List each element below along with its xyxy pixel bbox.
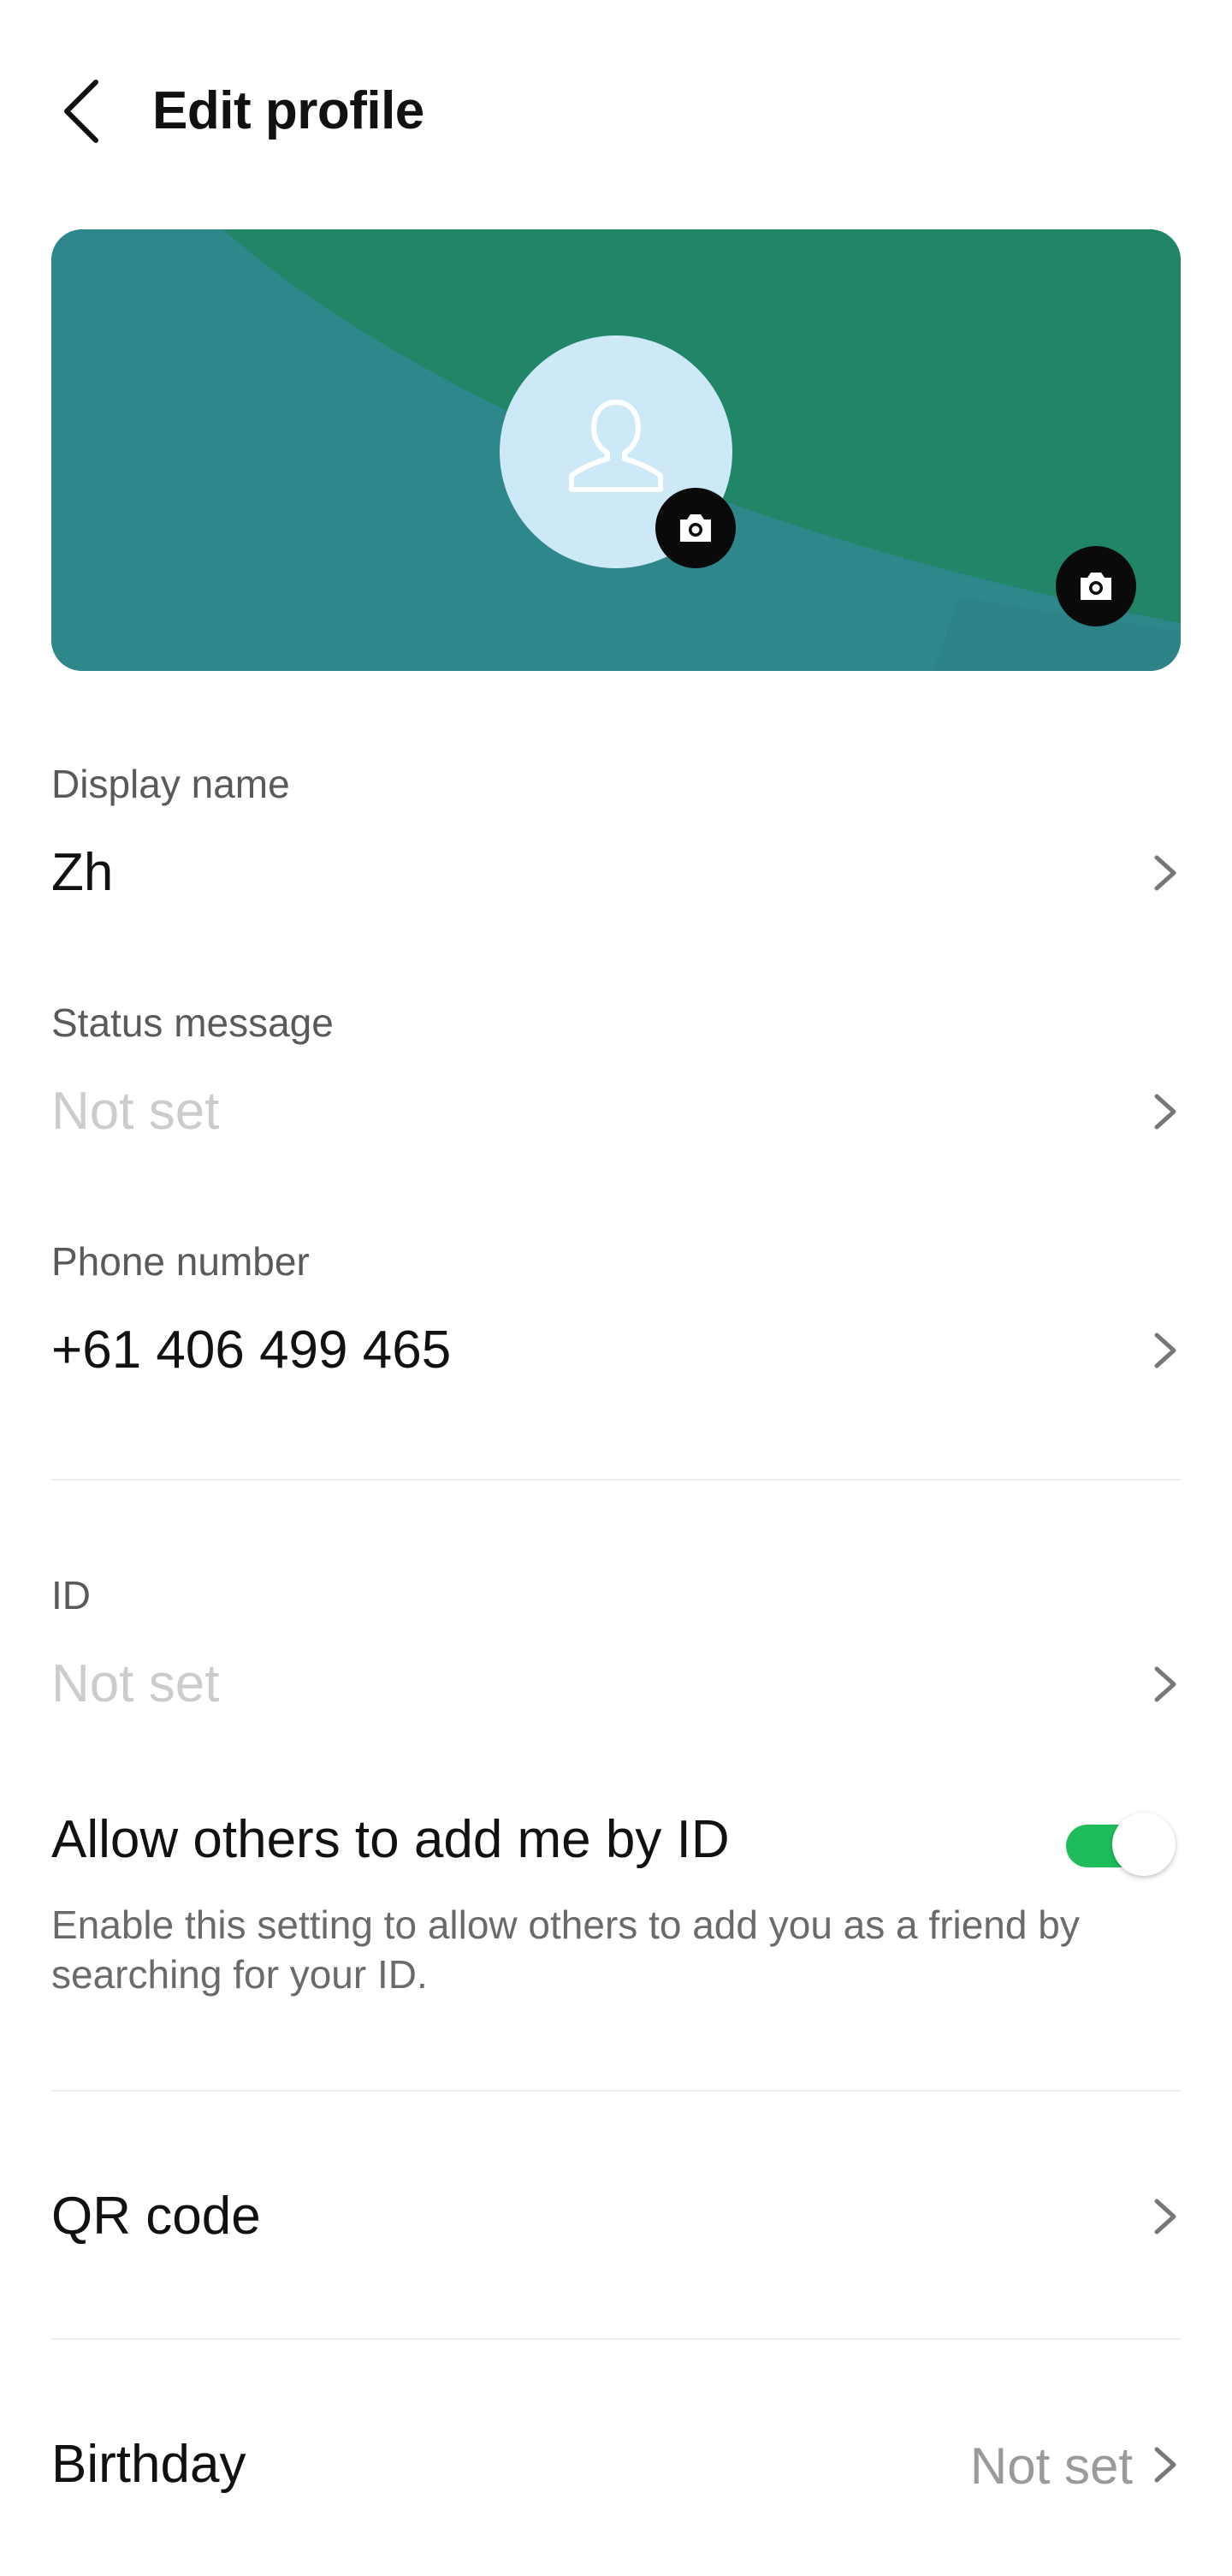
id-label: ID [51,1573,91,1617]
birthday-value: Not set [969,2437,1133,2495]
status-message-value: Not set [51,1082,220,1141]
camera-icon [1081,573,1111,600]
chevron-right-icon [1150,2441,1181,2489]
chevron-right-icon [1150,1327,1181,1374]
chevron-left-icon [64,80,98,143]
divider [51,2338,1181,2340]
qr-code-label: QR code [51,2187,261,2246]
divider [51,1479,1181,1481]
cover-image[interactable] [51,229,1181,671]
display-name-label: Display name [51,762,290,806]
chevron-right-icon [1150,849,1181,897]
back-button[interactable] [51,70,120,152]
phone-number-row[interactable]: Phone number +61 406 499 465 [51,1238,1181,1392]
chevron-right-icon [1150,2193,1181,2241]
id-row[interactable]: ID Not set [51,1571,1181,1725]
change-cover-button[interactable] [1056,546,1136,626]
person-outline-icon [569,400,663,492]
display-name-value: Zh [51,843,114,902]
status-message-row[interactable]: Status message Not set [51,999,1181,1153]
phone-number-value: +61 406 499 465 [51,1321,452,1380]
page-title: Edit profile [152,81,424,140]
chevron-right-icon [1150,1660,1181,1708]
birthday-row[interactable]: Birthday Not set [51,2422,1181,2508]
allow-add-by-id-setting: Allow others to add me by ID Enable this… [51,1807,1181,2004]
status-message-label: Status message [51,1000,334,1045]
phone-number-label: Phone number [51,1239,310,1284]
chevron-right-icon [1150,1088,1181,1136]
divider [51,2090,1181,2092]
app-header: Edit profile [0,0,1232,223]
change-avatar-button[interactable] [655,488,736,568]
id-value: Not set [51,1654,220,1713]
edit-profile-page: Edit profile Display name Zh Status mess… [0,0,1232,2576]
allow-add-by-id-toggle[interactable] [1066,1813,1176,1876]
toggle-knob [1112,1813,1176,1876]
allow-add-by-id-title: Allow others to add me by ID [51,1810,730,1869]
qr-code-row[interactable]: QR code [51,2174,1181,2259]
birthday-label: Birthday [51,2435,246,2494]
allow-add-by-id-description: Enable this setting to allow others to a… [51,1902,1080,1997]
display-name-row[interactable]: Display name Zh [51,760,1181,914]
camera-icon [680,514,711,542]
